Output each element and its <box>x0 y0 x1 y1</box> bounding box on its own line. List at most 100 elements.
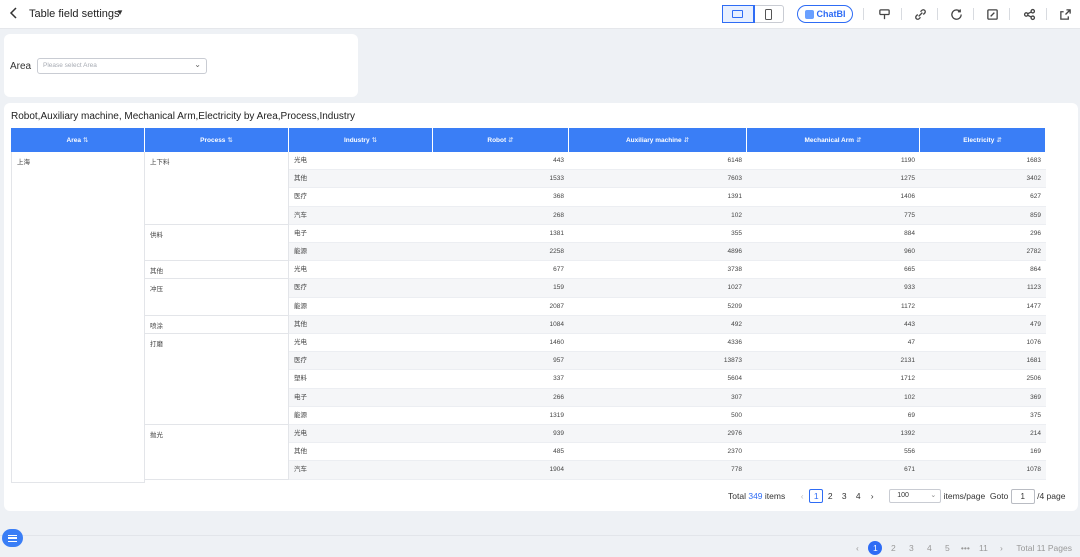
value-cell: 1392 <box>900 430 915 437</box>
column-header[interactable]: Process ⇅ <box>145 128 289 152</box>
fullscreen-icon[interactable] <box>984 6 1000 22</box>
column-header[interactable]: Auxiliary machine ⇵ <box>569 128 747 152</box>
page-number-button[interactable]: 4 <box>920 543 938 553</box>
sort-icon[interactable]: ⇅ <box>372 136 377 144</box>
value-cell: 47 <box>907 339 915 346</box>
title-dropdown-caret-icon[interactable]: ▼ <box>116 8 124 17</box>
process-cell: 供料 <box>145 224 289 262</box>
mobile-view-button[interactable] <box>754 6 784 22</box>
value-cell: 214 <box>1030 430 1041 437</box>
column-header[interactable]: Area ⇅ <box>11 128 145 152</box>
link-icon[interactable] <box>912 6 928 22</box>
value-cell: 296 <box>1030 229 1041 237</box>
value-cell: 1681 <box>1026 357 1041 365</box>
list-menu-button[interactable] <box>2 529 23 547</box>
table-row: 电子 266 307 102 369 <box>289 388 1046 407</box>
sort-icon[interactable]: ⇵ <box>684 136 689 144</box>
table-row: 光电 443 6148 1190 1683 <box>289 152 1046 171</box>
value-cell: 960 <box>904 248 915 255</box>
next-page-icon[interactable]: › <box>865 489 879 503</box>
page-number-button[interactable]: 5 <box>938 543 956 553</box>
page-number-button[interactable]: 11 <box>974 543 992 553</box>
sort-icon[interactable]: ⇵ <box>508 136 513 144</box>
table-pagination: Total 349 items ‹ 1234 › 100 ⌄ items/page… <box>728 488 1065 504</box>
sort-icon[interactable]: ⇵ <box>996 136 1001 144</box>
sort-icon[interactable]: ⇅ <box>227 136 232 144</box>
value-cell: 159 <box>553 284 564 292</box>
value-cell: 13873 <box>723 357 742 365</box>
value-cell: 1460 <box>549 339 564 346</box>
page-size-select[interactable]: 100 ⌄ <box>889 489 942 503</box>
value-cell: 665 <box>904 266 915 274</box>
process-cell: 喷涂 <box>145 315 289 334</box>
column-header[interactable]: Mechanical Arm ⇵ <box>747 128 920 152</box>
value-cell: 1477 <box>1026 302 1041 310</box>
industry-cell: 医疗 <box>294 193 307 201</box>
chatbi-label: ChatBI <box>816 9 846 19</box>
goto-label: Goto <box>989 491 1009 501</box>
value-cell: 957 <box>553 357 564 365</box>
page-number-button[interactable]: 4 <box>851 489 865 503</box>
value-cell: 1172 <box>901 302 915 310</box>
table-row: 医疗 159 1027 933 1123 <box>289 279 1046 298</box>
industry-cell: 其他 <box>294 175 307 183</box>
area-cell: 上海 <box>11 152 145 483</box>
table-title: Robot,Auxiliary machine, Mechanical Arm,… <box>11 111 356 122</box>
desktop-view-button[interactable] <box>722 5 755 23</box>
goto-input[interactable]: 1 <box>1010 488 1035 504</box>
chevron-down-icon: ⌄ <box>930 492 937 499</box>
value-cell: 355 <box>731 229 742 237</box>
prev-page-icon[interactable]: ‹ <box>848 543 866 553</box>
total-prefix: Total <box>728 491 746 501</box>
value-cell: 1190 <box>901 157 915 164</box>
value-cell: 6148 <box>727 157 742 164</box>
industry-cell: 电子 <box>294 229 307 237</box>
column-header-label: Process <box>200 136 226 144</box>
export-icon[interactable] <box>1057 6 1073 22</box>
format-painter-icon[interactable] <box>876 6 892 22</box>
value-cell: 864 <box>1030 266 1041 274</box>
column-header[interactable]: Industry ⇅ <box>289 128 433 152</box>
page-number-button[interactable]: 3 <box>837 489 851 503</box>
column-header[interactable]: Electricity ⇵ <box>920 128 1046 152</box>
value-cell: 102 <box>904 393 915 401</box>
page-number-button[interactable]: 1 <box>809 489 824 503</box>
sort-icon[interactable]: ⇅ <box>83 136 88 144</box>
page-number-button[interactable]: 1 <box>868 541 883 555</box>
value-cell: 671 <box>904 466 915 474</box>
value-cell: 375 <box>1030 411 1041 419</box>
chatbi-button[interactable]: ChatBI <box>797 5 853 23</box>
page-number-button[interactable]: 2 <box>823 489 837 503</box>
sort-icon[interactable]: ⇵ <box>856 136 861 144</box>
more-pages-ellipsis[interactable]: ••• <box>956 543 974 553</box>
industry-cell: 光电 <box>294 430 307 437</box>
industry-cell: 能源 <box>294 411 307 419</box>
value-cell: 2976 <box>727 430 742 437</box>
area-select[interactable]: Please select Area ⌄ <box>37 58 207 74</box>
toolbar-divider <box>1046 8 1047 20</box>
device-toggle <box>722 5 784 23</box>
table-row: 电子 1381 355 884 296 <box>289 225 1046 243</box>
list-icon <box>8 534 17 542</box>
industry-cell: 塑料 <box>294 375 307 383</box>
toolbar-divider <box>863 8 864 20</box>
page-number-button[interactable]: 2 <box>884 543 902 553</box>
value-cell: 2087 <box>549 302 564 310</box>
value-cell: 2506 <box>1026 375 1041 383</box>
table-row: 塑料 337 5604 1712 2506 <box>289 370 1046 389</box>
industry-cell: 光电 <box>294 339 307 346</box>
prev-page-icon[interactable]: ‹ <box>795 489 809 503</box>
column-header[interactable]: Robot ⇵ <box>433 128 569 152</box>
refresh-icon[interactable] <box>948 6 964 22</box>
industry-cell: 其他 <box>294 448 307 456</box>
table-card: Robot,Auxiliary machine, Mechanical Arm,… <box>4 103 1078 511</box>
table-row: 汽车 268 102 775 859 <box>289 206 1046 225</box>
share-icon[interactable] <box>1021 6 1037 22</box>
value-cell: 1084 <box>549 320 564 328</box>
industry-cell: 能源 <box>294 302 307 310</box>
next-page-icon[interactable]: › <box>992 543 1010 553</box>
table-row: 能源 2258 4896 960 2782 <box>289 243 1046 262</box>
back-chevron-icon[interactable] <box>8 6 22 22</box>
page-number-button[interactable]: 3 <box>902 543 920 553</box>
value-cell: 556 <box>904 448 915 456</box>
